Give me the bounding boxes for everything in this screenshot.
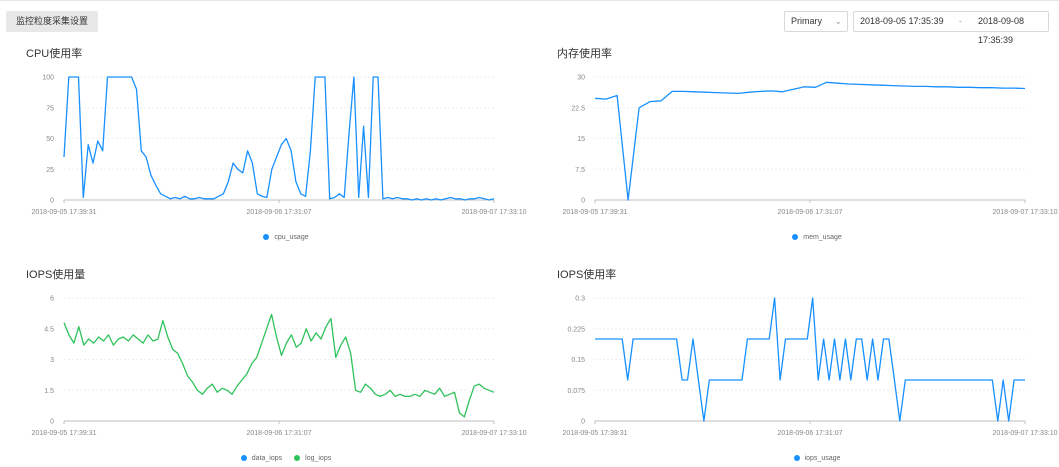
y-tick-label: 0.3 bbox=[575, 296, 585, 303]
iops-rate-chart: IOPS使用率 0 0.075 0.15 0.225 0.3 2018-09-05 17:… bbox=[557, 266, 1059, 466]
instance-select-value: Primary bbox=[791, 16, 822, 26]
legend-label: cpu_usage bbox=[274, 233, 309, 241]
x-tick-label: 2018-09-05 17:39:31 bbox=[563, 209, 628, 216]
x-tick-label: 2018-09-07 17:33:10 bbox=[462, 209, 527, 216]
iops-volume-chart: IOPS使用量 0 1.5 3 4.5 6 2018-09-05 17:39:31 2018… bbox=[26, 266, 546, 466]
legend-item-mem_usage[interactable]: mem_usage bbox=[792, 231, 842, 243]
instance-select[interactable]: Primary ⌄ bbox=[784, 11, 848, 32]
cpu-plot: 0 25 50 75 100 2018-09-05 17:39:31 2018-09-06 … bbox=[32, 75, 527, 217]
chart-legend: iops_usage bbox=[557, 452, 1059, 464]
memory-plot: 0 7.5 15 22.5 30 2018-09-05 17:39:31 2018-09-0… bbox=[563, 75, 1058, 217]
y-tick-label: 15 bbox=[577, 136, 585, 143]
legend-label: log_iops bbox=[305, 454, 332, 462]
cpu-usage-chart: CPU使用率 0 25 50 75 100 2018-09-05 17:39:31 2018… bbox=[26, 45, 546, 245]
x-tick-label: 2018-09-06 17:31:07 bbox=[778, 209, 843, 216]
x-tick-label: 2018-09-07 17:33:10 bbox=[462, 430, 527, 437]
y-tick-label: 22.5 bbox=[571, 105, 585, 112]
x-tick-label: 2018-09-05 17:39:31 bbox=[563, 430, 628, 437]
legend-label: iops_usage bbox=[804, 454, 841, 462]
series-line-log_iops bbox=[63, 313, 495, 418]
y-tick-label: 0 bbox=[50, 198, 54, 205]
legend-dot-icon bbox=[792, 234, 799, 240]
y-tick-label: 30 bbox=[577, 75, 585, 82]
legend-label: data_iops bbox=[251, 454, 283, 462]
legend-dot-icon bbox=[263, 234, 270, 240]
legend-dot-icon bbox=[294, 455, 301, 461]
chart-legend: mem_usage bbox=[557, 231, 1059, 243]
legend-item-cpu_usage[interactable]: cpu_usage bbox=[263, 231, 309, 243]
chart-legend: data_iops log_iops bbox=[26, 452, 546, 464]
legend-item-data_iops[interactable]: data_iops bbox=[240, 452, 283, 464]
x-tick-label: 2018-09-07 17:33:10 bbox=[993, 430, 1058, 437]
range-start[interactable]: 2018-09-05 17:35:39 bbox=[860, 12, 944, 31]
iops-volume-plot: 0 1.5 3 4.5 6 2018-09-05 17:39:31 2018-09-06 1… bbox=[32, 296, 527, 438]
x-tick-label: 2018-09-06 17:31:07 bbox=[778, 430, 843, 437]
legend-dot-icon bbox=[793, 455, 800, 461]
iops-rate-plot: 0 0.075 0.15 0.225 0.3 2018-09-05 17:39:31 201… bbox=[563, 296, 1058, 438]
x-tick-label: 2018-09-05 17:39:31 bbox=[32, 430, 97, 437]
series-line-mem_usage bbox=[594, 81, 1026, 201]
range-separator: - bbox=[959, 16, 962, 26]
y-tick-label: 100 bbox=[42, 75, 54, 82]
y-tick-label: 0 bbox=[50, 419, 54, 426]
y-tick-label: 0.15 bbox=[571, 357, 585, 364]
legend-item-log_iops[interactable]: log_iops bbox=[294, 452, 331, 464]
y-tick-label: 25 bbox=[46, 167, 54, 174]
y-tick-label: 7.5 bbox=[575, 167, 585, 174]
x-tick-label: 2018-09-07 17:33:10 bbox=[993, 209, 1058, 216]
x-tick-label: 2018-09-06 17:31:07 bbox=[247, 209, 312, 216]
x-tick-label: 2018-09-06 17:31:07 bbox=[247, 430, 312, 437]
y-tick-label: 0.075 bbox=[567, 388, 585, 395]
legend-dot-icon bbox=[240, 455, 247, 461]
x-tick-label: 2018-09-05 17:39:31 bbox=[32, 209, 97, 216]
y-tick-label: 6 bbox=[50, 296, 54, 303]
legend-item-iops_usage[interactable]: iops_usage bbox=[793, 452, 841, 464]
y-tick-label: 0 bbox=[581, 198, 585, 205]
top-divider bbox=[0, 0, 1059, 1]
y-tick-label: 50 bbox=[46, 136, 54, 143]
legend-label: mem_usage bbox=[803, 233, 842, 241]
chart-legend: cpu_usage bbox=[26, 231, 546, 243]
y-tick-label: 0.225 bbox=[567, 326, 585, 333]
date-range-picker[interactable]: 2018-09-05 17:35:39 - 2018-09-08 17:35:3… bbox=[853, 11, 1049, 45]
y-tick-label: 75 bbox=[46, 105, 54, 112]
y-tick-label: 3 bbox=[50, 357, 54, 364]
chevron-down-icon: ⌄ bbox=[834, 16, 842, 26]
memory-usage-chart: 内存使用率 0 7.5 15 22.5 30 2018-09-05 17:39:31 201… bbox=[557, 45, 1059, 245]
y-tick-label: 4.5 bbox=[44, 326, 54, 333]
y-tick-label: 0 bbox=[581, 419, 585, 426]
monitor-settings-button[interactable]: 监控粒度采集设置 bbox=[6, 11, 98, 32]
y-tick-label: 1.5 bbox=[44, 388, 54, 395]
